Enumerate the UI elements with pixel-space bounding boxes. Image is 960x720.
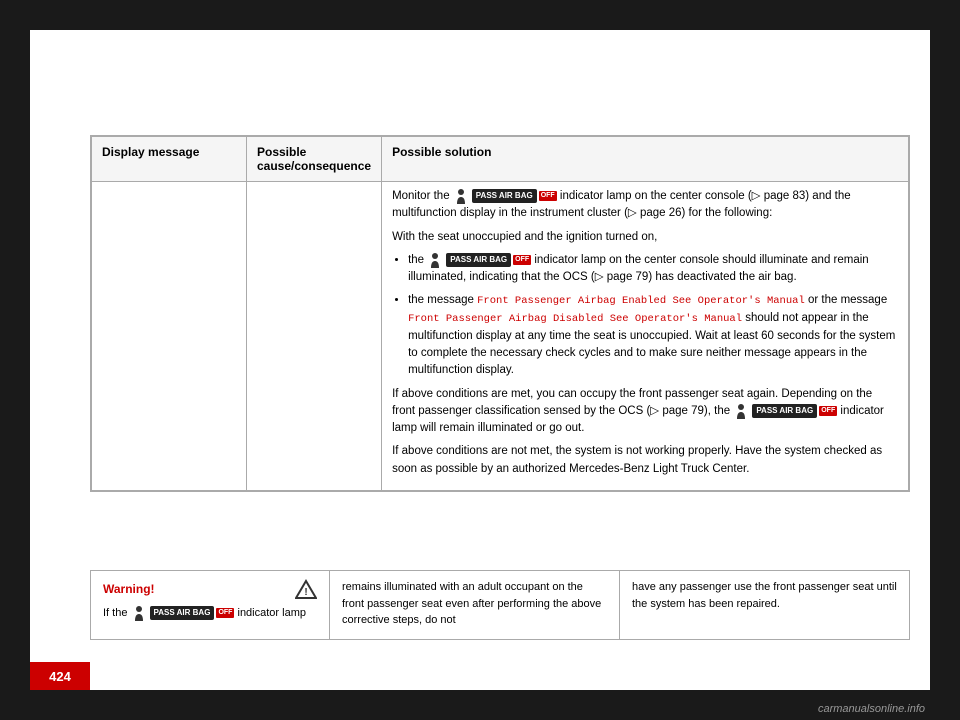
continuation-box-1: remains illuminated with an adult occupa… (330, 570, 620, 640)
cell-solution: Monitor the PASS AIR BAG OFF indicator l… (382, 182, 909, 491)
off-label-warning: OFF (216, 608, 234, 618)
off-label: OFF (539, 191, 557, 202)
page-number: 424 (30, 662, 90, 690)
airbag-icon-2: PASS AIR BAG OFF (427, 252, 531, 268)
warning-triangle-icon: ! (295, 579, 317, 599)
content-table: Display message Possible cause/consequen… (90, 135, 910, 492)
warning-section: Warning! ! If the PASS AIR BAG OFF indic… (90, 570, 910, 640)
warning-box: Warning! ! If the PASS AIR BAG OFF indic… (90, 570, 330, 640)
bullet-1: the PASS AIR BAG OFF indicator lamp on t… (408, 252, 898, 287)
solution-para-3: If above conditions are met, you can occ… (392, 386, 898, 438)
pass-air-bag-label-3: PASS AIR BAG (752, 404, 817, 418)
solution-para-1: Monitor the PASS AIR BAG OFF indicator l… (392, 188, 898, 223)
continuation-box-2: have any passenger use the front passeng… (620, 570, 910, 640)
table-row: Monitor the PASS AIR BAG OFF indicator l… (92, 182, 909, 491)
airbag-icon-3: PASS AIR BAG OFF (733, 403, 837, 419)
watermark: carmanualsonline.info (818, 703, 925, 715)
bullet-2: the message Front Passenger Airbag Enabl… (408, 292, 898, 379)
svg-text:!: ! (304, 587, 307, 598)
code-message-2: Front Passenger Airbag Disabled See Oper… (408, 313, 742, 325)
solution-para-4: If above conditions are not met, the sys… (392, 443, 898, 478)
col-header-cause: Possible cause/consequence (247, 137, 382, 182)
main-content: Display message Possible cause/consequen… (30, 115, 930, 690)
pass-air-bag-warning: PASS AIR BAG (150, 606, 215, 619)
airbag-icon-1: PASS AIR BAG OFF (453, 188, 557, 204)
code-message-1: Front Passenger Airbag Enabled See Opera… (477, 295, 805, 307)
cell-display-message (92, 182, 247, 491)
pass-air-bag-label-2: PASS AIR BAG (446, 253, 511, 267)
warning-content: If the PASS AIR BAG OFF indicator lamp (103, 605, 317, 621)
continuation-text-2: have any passenger use the front passeng… (632, 579, 897, 612)
off-label-3: OFF (819, 406, 837, 417)
warning-label: Warning! (103, 582, 155, 596)
airbag-icon-warning: PASS AIR BAG OFF (131, 605, 235, 621)
cell-cause (247, 182, 382, 491)
pass-air-bag-label: PASS AIR BAG (472, 189, 537, 203)
solution-para-2: With the seat unoccupied and the ignitio… (392, 229, 898, 246)
col-header-display: Display message (92, 137, 247, 182)
warning-header: Warning! ! (103, 579, 317, 599)
off-label-2: OFF (513, 255, 531, 266)
continuation-text-1: remains illuminated with an adult occupa… (342, 579, 607, 629)
col-header-solution: Possible solution (382, 137, 909, 182)
